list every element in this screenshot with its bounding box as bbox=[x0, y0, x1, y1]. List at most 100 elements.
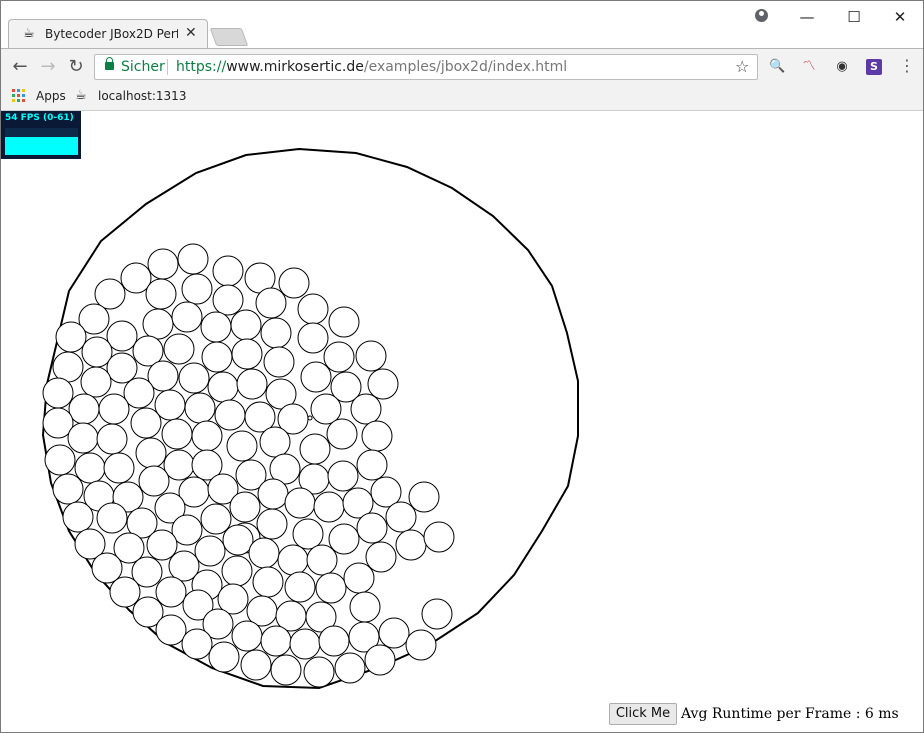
physics-ball bbox=[256, 508, 288, 540]
physics-ball bbox=[207, 371, 239, 403]
physics-ball bbox=[263, 346, 295, 378]
physics-ball bbox=[147, 248, 179, 280]
new-tab-button[interactable] bbox=[209, 28, 249, 46]
physics-ball bbox=[214, 399, 246, 431]
physics-ball bbox=[355, 340, 387, 372]
physics-ball bbox=[310, 393, 342, 425]
tab-title: Bytecoder JBox2D Perfor bbox=[45, 27, 178, 41]
secure-label: Sicher bbox=[121, 59, 165, 75]
extension-s-icon[interactable]: S bbox=[866, 59, 882, 75]
physics-ball bbox=[255, 287, 287, 319]
page-content: 54 FPS (0-61) Click Me Avg Runtime per F… bbox=[1, 111, 923, 732]
title-bar: ☕ Bytecoder JBox2D Perfor ✕ — ☐ ✕ bbox=[1, 1, 923, 48]
physics-ball bbox=[96, 423, 128, 455]
physics-ball bbox=[222, 524, 254, 556]
click-me-button[interactable]: Click Me bbox=[609, 703, 677, 725]
fps-label: 54 FPS (0-61) bbox=[5, 113, 74, 123]
physics-ball bbox=[356, 512, 388, 544]
url-separator bbox=[167, 59, 168, 75]
physics-ball bbox=[142, 308, 174, 340]
physics-ball bbox=[356, 449, 388, 481]
physics-ball bbox=[145, 278, 177, 310]
apps-grid-icon[interactable] bbox=[12, 89, 27, 104]
physics-ball bbox=[178, 362, 210, 394]
physics-ball bbox=[326, 418, 358, 450]
physics-ball bbox=[42, 377, 74, 409]
physics-ball bbox=[191, 420, 223, 452]
physics-ball bbox=[297, 322, 329, 354]
physics-ball bbox=[194, 535, 226, 567]
physics-ball bbox=[62, 501, 94, 533]
physics-ball bbox=[300, 361, 332, 393]
bookmark-star-icon[interactable]: ☆ bbox=[735, 58, 749, 76]
physics-ball bbox=[123, 377, 155, 409]
physics-ball bbox=[349, 591, 381, 623]
physics-ball bbox=[221, 555, 253, 587]
physics-ball bbox=[303, 656, 335, 688]
physics-ball bbox=[278, 267, 310, 299]
physics-ball bbox=[270, 654, 302, 686]
bookmark-localhost[interactable]: localhost:1313 bbox=[98, 89, 186, 103]
physics-ball bbox=[68, 393, 100, 425]
maximize-button[interactable]: ☐ bbox=[831, 5, 877, 29]
physics-ball bbox=[177, 243, 209, 275]
physics-ball bbox=[284, 571, 316, 603]
physics-ball bbox=[109, 576, 141, 608]
physics-ball bbox=[94, 278, 126, 310]
physics-ball bbox=[231, 620, 263, 652]
physics-ball bbox=[408, 481, 440, 513]
physics-ball bbox=[161, 418, 193, 450]
physics-ball bbox=[343, 562, 375, 594]
url-host: www.mirkosertic.de bbox=[226, 59, 364, 75]
physics-ball bbox=[299, 433, 331, 465]
runtime-text: Avg Runtime per Frame : 6 ms bbox=[681, 706, 899, 722]
back-button[interactable]: ← bbox=[9, 56, 31, 78]
physics-ball bbox=[81, 336, 113, 368]
physics-ball bbox=[328, 306, 360, 338]
physics-ball bbox=[334, 652, 366, 684]
minimize-button[interactable]: — bbox=[784, 5, 830, 29]
physics-ball bbox=[229, 491, 261, 523]
physics-ball bbox=[385, 501, 417, 533]
physics-ball bbox=[405, 629, 437, 661]
fps-graph-fill bbox=[5, 137, 78, 155]
physics-ball bbox=[74, 452, 106, 484]
physics-ball bbox=[55, 321, 87, 353]
physics-ball bbox=[106, 320, 138, 352]
fps-graph bbox=[5, 128, 78, 155]
bookmark-apps[interactable]: Apps bbox=[36, 89, 66, 103]
physics-ball bbox=[289, 628, 321, 660]
physics-ball bbox=[98, 393, 130, 425]
browser-tab[interactable]: ☕ Bytecoder JBox2D Perfor ✕ bbox=[8, 19, 208, 48]
java-cup-icon: ☕ bbox=[75, 88, 87, 103]
physics-canvas[interactable] bbox=[1, 111, 923, 732]
reload-button[interactable]: ↻ bbox=[65, 56, 87, 78]
physics-ball bbox=[323, 341, 355, 373]
close-tab-icon[interactable]: ✕ bbox=[185, 25, 197, 41]
physics-ball bbox=[248, 537, 280, 569]
close-window-button[interactable]: ✕ bbox=[877, 5, 923, 29]
physics-ball bbox=[52, 351, 84, 383]
forward-button[interactable]: → bbox=[37, 56, 59, 78]
extension-circle-icon[interactable]: ◉ bbox=[834, 59, 850, 75]
url-text[interactable]: https://www.mirkosertic.de/examples/jbox… bbox=[176, 59, 567, 75]
physics-ball bbox=[80, 366, 112, 398]
url-path: /examples/jbox2d/index.html bbox=[363, 59, 568, 75]
physics-small-ball bbox=[307, 415, 313, 421]
physics-ball bbox=[259, 426, 291, 458]
physics-ball bbox=[306, 544, 338, 576]
physics-ball bbox=[257, 478, 289, 510]
browser-toolbar: ← → ↻ Sicher https://www.mirkosertic.de/… bbox=[1, 48, 923, 85]
address-bar[interactable]: Sicher https://www.mirkosertic.de/exampl… bbox=[94, 54, 758, 80]
physics-ball bbox=[365, 541, 397, 573]
physics-ball bbox=[260, 317, 292, 349]
account-icon[interactable] bbox=[755, 9, 768, 22]
lock-icon bbox=[105, 57, 114, 70]
physics-ball bbox=[328, 523, 360, 555]
extension-search-icon[interactable]: 🔍 bbox=[769, 59, 785, 75]
physics-ball bbox=[200, 503, 232, 535]
physics-ball bbox=[163, 449, 195, 481]
extension-chart-icon[interactable]: 〽 bbox=[801, 59, 817, 75]
physics-ball bbox=[318, 625, 350, 657]
menu-icon[interactable]: ⋮ bbox=[899, 57, 915, 75]
